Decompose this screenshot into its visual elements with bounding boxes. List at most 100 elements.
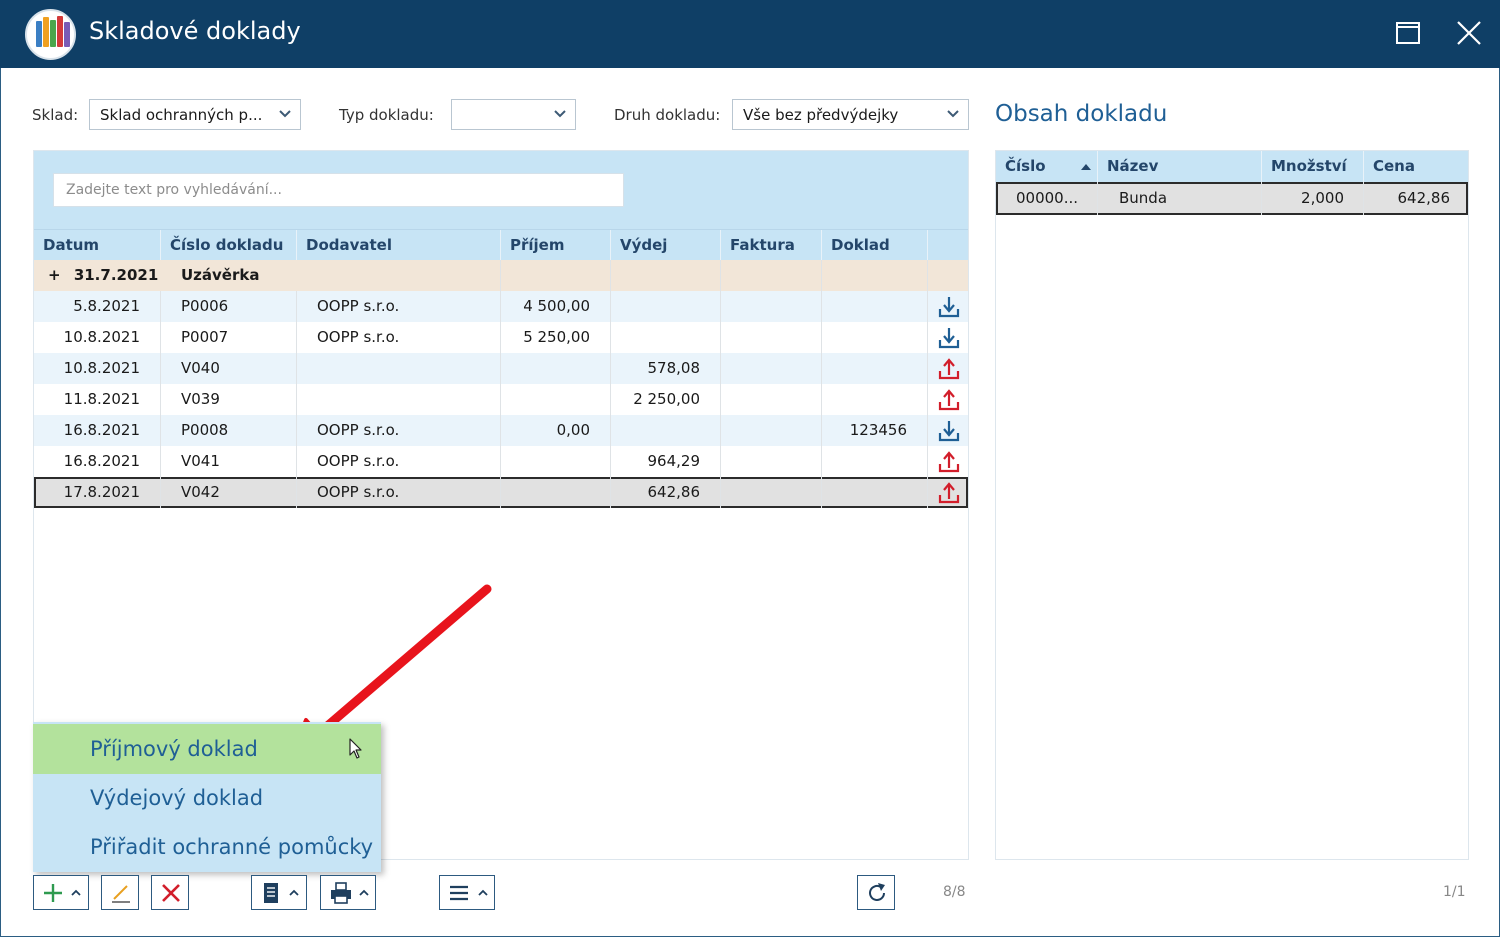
detail-column-header-cena[interactable]: Cena: [1364, 151, 1468, 182]
table-row[interactable]: 17.8.2021 V042 OOPP s.r.o. 642,86: [34, 477, 968, 508]
column-header-prijem[interactable]: Příjem: [501, 230, 611, 261]
cell-datum: 10.8.2021: [34, 353, 161, 384]
cell-vydej: 964,29: [611, 446, 721, 477]
chevron-down-icon: [279, 110, 291, 118]
group-row-uzaverka[interactable]: + 31.7.2021 Uzávěrka: [34, 260, 968, 291]
cell-faktura: [721, 291, 822, 322]
sklad-label: Sklad:: [32, 106, 79, 124]
cell-vydej: [611, 415, 721, 446]
caret-up-icon: [289, 889, 299, 896]
cell-prijem: [501, 477, 611, 508]
delete-button[interactable]: [151, 875, 189, 910]
detail-cell-mnozstvi: 2,000: [1262, 182, 1364, 215]
cell-prijem: 0,00: [501, 415, 611, 446]
cell-faktura: [721, 477, 822, 508]
search-band: [34, 151, 968, 229]
detail-section-title: Obsah dokladu: [995, 101, 1168, 127]
app-logo-icon: [25, 9, 76, 60]
detail-column-header-nazev[interactable]: Název: [1098, 151, 1262, 182]
table-row[interactable]: 16.8.2021 P0008 OOPP s.r.o. 0,00 123456: [34, 415, 968, 446]
cell-faktura: [721, 446, 822, 477]
menu-item-prijmovy-doklad[interactable]: Příjmový doklad: [33, 724, 381, 774]
table-row[interactable]: 16.8.2021 V041 OOPP s.r.o. 964,29: [34, 446, 968, 477]
cell-doklad: [822, 291, 928, 322]
group-label: Uzávěrka: [181, 266, 260, 284]
cell-cislo-dokladu: V042: [161, 477, 297, 508]
cell-doklad: [822, 446, 928, 477]
menu-item-vydejovy-doklad[interactable]: Výdejový doklad: [33, 773, 381, 823]
cell-type-icon: [928, 415, 968, 446]
column-header-dodavatel[interactable]: Dodavatel: [297, 230, 501, 261]
cell-faktura: [721, 415, 822, 446]
upload-icon: [938, 389, 960, 411]
cell-type-icon: [928, 477, 968, 508]
window-title: Skladové doklady: [89, 17, 301, 45]
cell-datum: 5.8.2021: [34, 291, 161, 322]
download-icon: [938, 328, 960, 349]
add-document-menu: Příjmový doklad Výdejový doklad Přiřadit…: [33, 722, 381, 872]
refresh-button[interactable]: [857, 875, 895, 910]
column-header-faktura[interactable]: Faktura: [721, 230, 822, 261]
maximize-icon[interactable]: [1393, 18, 1423, 48]
cell-dodavatel: OOPP s.r.o.: [297, 322, 501, 353]
search-input[interactable]: [53, 173, 624, 207]
cell-datum: 16.8.2021: [34, 415, 161, 446]
column-header-datum[interactable]: Datum: [34, 230, 161, 261]
detail-column-header-cislo-label: Číslo: [1005, 157, 1046, 175]
typ-dokladu-label: Typ dokladu:: [339, 106, 434, 124]
caret-up-icon: [359, 889, 369, 896]
detail-column-header-cislo[interactable]: Číslo: [996, 151, 1098, 182]
group-cell: [611, 260, 721, 291]
document-icon: [264, 883, 278, 903]
cell-vydej: 642,86: [611, 477, 721, 508]
documents-count: 8/8: [943, 884, 966, 900]
table-row[interactable]: 10.8.2021 P0007 OOPP s.r.o. 5 250,00: [34, 322, 968, 353]
detail-count: 1/1: [1443, 884, 1466, 900]
edit-button[interactable]: [101, 875, 139, 910]
group-cell: [297, 260, 501, 291]
table-row[interactable]: 5.8.2021 P0006 OOPP s.r.o. 4 500,00: [34, 291, 968, 322]
cell-cislo-dokladu: P0007: [161, 322, 297, 353]
detail-row[interactable]: 00000... Bunda 2,000 642,86: [996, 182, 1468, 215]
table-row[interactable]: 10.8.2021 V040 578,08: [34, 353, 968, 384]
table-row[interactable]: 11.8.2021 V039 2 250,00: [34, 384, 968, 415]
upload-icon: [938, 482, 960, 504]
sklad-select[interactable]: Sklad ochranných p...: [89, 99, 301, 130]
cell-datum: 17.8.2021: [34, 477, 161, 508]
group-cell: [721, 260, 822, 291]
cell-prijem: [501, 353, 611, 384]
detail-panel: Číslo Název Množství Cena 00000... Bunda…: [995, 150, 1469, 860]
cell-cislo-dokladu: P0006: [161, 291, 297, 322]
chevron-down-icon: [554, 110, 566, 118]
column-header-doklad[interactable]: Doklad: [822, 230, 928, 261]
cell-dodavatel: OOPP s.r.o.: [297, 415, 501, 446]
cell-vydej: 2 250,00: [611, 384, 721, 415]
more-options-button[interactable]: [439, 875, 495, 910]
cell-vydej: [611, 291, 721, 322]
column-header-cislo-dokladu[interactable]: Číslo dokladu: [161, 230, 297, 261]
sklad-select-value: Sklad ochranných p...: [100, 106, 263, 124]
cell-datum: 16.8.2021: [34, 446, 161, 477]
title-bar: Skladové doklady: [0, 0, 1500, 68]
menu-item-priradit-ochranne-pomucky[interactable]: Přiřadit ochranné pomůcky: [33, 822, 381, 872]
caret-up-icon: [71, 889, 81, 896]
cell-cislo-dokladu: V041: [161, 446, 297, 477]
cell-prijem: [501, 384, 611, 415]
add-button[interactable]: [33, 875, 89, 910]
chevron-down-icon: [947, 110, 959, 118]
cell-cislo-dokladu: V040: [161, 353, 297, 384]
druh-dokladu-select-value: Vše bez předvýdejky: [743, 106, 899, 124]
cell-dodavatel: OOPP s.r.o.: [297, 291, 501, 322]
cell-doklad: 123456: [822, 415, 928, 446]
print-button[interactable]: [320, 875, 376, 910]
column-header-vydej[interactable]: Výdej: [611, 230, 721, 261]
cell-type-icon: [928, 384, 968, 415]
document-button[interactable]: [251, 875, 307, 910]
typ-dokladu-select[interactable]: [451, 99, 576, 130]
cell-vydej: 578,08: [611, 353, 721, 384]
detail-column-header-mnozstvi[interactable]: Množství: [1262, 151, 1364, 182]
expand-toggle-icon[interactable]: +: [48, 266, 61, 284]
druh-dokladu-select[interactable]: Vše bez předvýdejky: [732, 99, 969, 130]
close-icon[interactable]: [1454, 18, 1484, 48]
cell-datum: 10.8.2021: [34, 322, 161, 353]
